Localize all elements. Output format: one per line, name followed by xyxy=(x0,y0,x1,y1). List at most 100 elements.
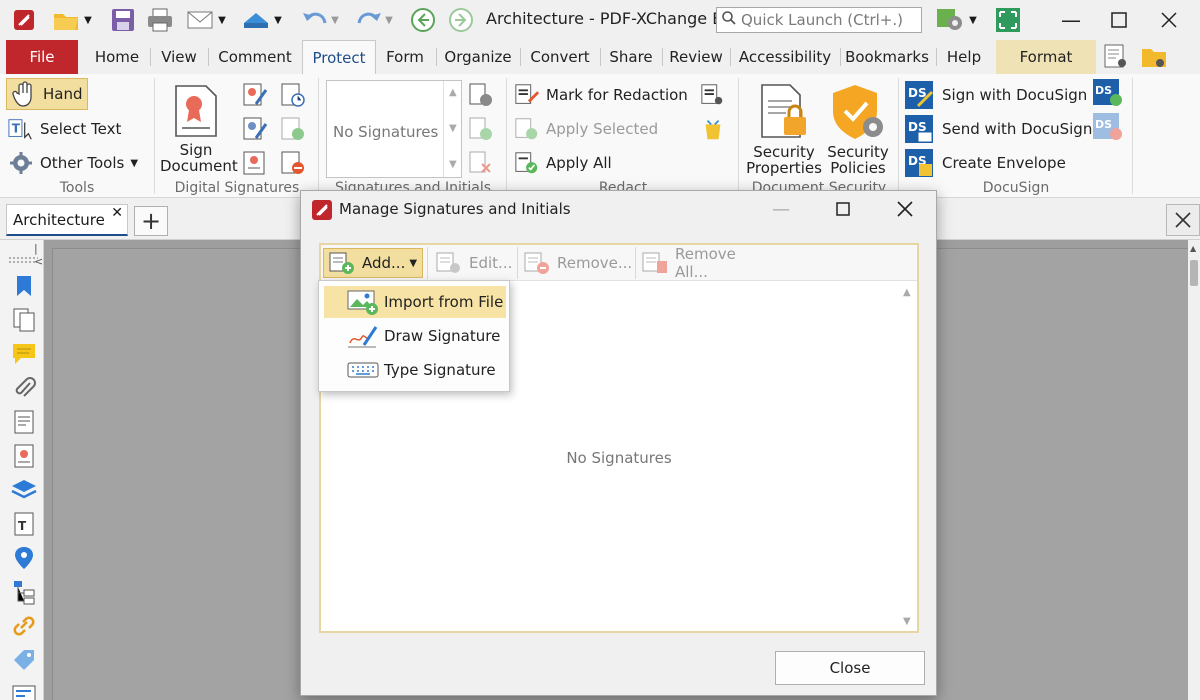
edit-button[interactable]: Edit... xyxy=(431,248,515,278)
dialog-close-button[interactable] xyxy=(885,193,925,225)
send-with-docusign-button[interactable]: DS Send with DocuSign xyxy=(904,114,1092,144)
svg-text:T: T xyxy=(18,519,27,533)
save-icon[interactable] xyxy=(108,5,138,35)
create-envelope-button[interactable]: DS Create Envelope xyxy=(904,148,1066,178)
close-button[interactable]: Close xyxy=(775,651,925,685)
tab-protect[interactable]: Protect xyxy=(302,40,376,74)
open-folder-icon[interactable]: ▼ xyxy=(52,5,92,35)
chevron-up-icon[interactable]: ▲ xyxy=(1190,244,1196,253)
tab-view[interactable]: View xyxy=(154,40,204,74)
redo-icon[interactable]: ▼ xyxy=(350,5,398,35)
manage-signatures-button[interactable] xyxy=(468,82,500,108)
security-properties-button[interactable]: Security Properties xyxy=(744,80,824,176)
links-icon[interactable] xyxy=(10,612,38,640)
app-logo-icon[interactable] xyxy=(10,5,38,35)
collapse-panel-icon[interactable]: |< xyxy=(34,242,43,268)
timestamp-button[interactable] xyxy=(280,82,312,108)
chevron-up-icon[interactable]: ▲ xyxy=(903,287,911,298)
remove-all-button[interactable]: Remove All... xyxy=(637,245,773,281)
delete-signature-button[interactable] xyxy=(468,150,500,176)
mark-for-redaction-button[interactable]: Mark for Redaction xyxy=(514,80,688,110)
security-policies-button[interactable]: Security Policies xyxy=(824,80,892,176)
find-icon[interactable] xyxy=(1100,42,1134,72)
list-scrollbar[interactable]: ▲ ▼ xyxy=(899,281,917,631)
clear-signature-button[interactable] xyxy=(280,150,312,176)
dialog-minimize-button[interactable]: — xyxy=(761,193,801,225)
scan-icon[interactable]: ▼ xyxy=(236,5,286,35)
select-text-button[interactable]: T Select Text xyxy=(8,114,121,144)
tab-form[interactable]: Form xyxy=(380,40,430,74)
tab-organize[interactable]: Organize xyxy=(440,40,516,74)
chevron-down-icon[interactable]: ▼ xyxy=(903,616,911,627)
docusign-status-button[interactable]: DS xyxy=(1092,79,1130,106)
print-icon[interactable] xyxy=(144,5,176,35)
pages-icon[interactable] xyxy=(10,306,38,334)
signatures-panel-icon[interactable] xyxy=(10,442,38,470)
forward-icon[interactable] xyxy=(446,5,476,35)
content-icon[interactable]: T xyxy=(10,510,38,538)
form-fields-icon[interactable] xyxy=(10,680,38,700)
menu-item-import-from-file[interactable]: Import from File xyxy=(324,286,506,318)
title-bar: ▼ ▼ ▼ ▼ ▼ Architecture - PDF-XChange E..… xyxy=(0,0,1200,40)
undo-icon[interactable]: ▼ xyxy=(296,5,344,35)
docusign-cancel-button[interactable]: DS xyxy=(1092,113,1130,140)
digital-id-button[interactable] xyxy=(242,82,274,108)
comments-icon[interactable] xyxy=(10,340,38,368)
sign-with-docusign-button[interactable]: DS Sign with DocuSign xyxy=(904,80,1087,110)
tab-share[interactable]: Share xyxy=(604,40,658,74)
document-tab[interactable]: Architecture ✕ xyxy=(6,204,128,236)
scrollbar-thumb[interactable] xyxy=(1190,260,1198,286)
toolbar-separator xyxy=(635,247,636,279)
sign-document-button[interactable]: Sign Document xyxy=(160,80,238,174)
menu-item-type-signature[interactable]: Type Signature xyxy=(324,354,506,386)
tab-convert[interactable]: Convert xyxy=(524,40,596,74)
new-tab-button[interactable]: + xyxy=(134,206,168,236)
tab-review[interactable]: Review xyxy=(666,40,726,74)
menu-item-draw-signature[interactable]: Draw Signature xyxy=(324,320,506,352)
tab-accessibility[interactable]: Accessibility xyxy=(734,40,836,74)
minimize-button[interactable]: — xyxy=(1048,0,1094,40)
gallery-scrollbar[interactable]: ▲ ▼ ▼ xyxy=(443,81,461,177)
search-redact-button[interactable] xyxy=(700,82,732,108)
close-icon[interactable]: ✕ xyxy=(111,205,123,221)
apply-signature-button[interactable] xyxy=(468,116,500,142)
attachment-icon[interactable] xyxy=(10,374,38,402)
document-properties-icon[interactable] xyxy=(10,408,38,436)
tab-help[interactable]: Help xyxy=(940,40,988,74)
tab-home[interactable]: Home xyxy=(86,40,148,74)
hand-tool-button[interactable]: Hand xyxy=(6,78,88,110)
tags-icon[interactable] xyxy=(10,646,38,674)
tab-bookmarks[interactable]: Bookmarks xyxy=(844,40,930,74)
window-close-button[interactable] xyxy=(1146,0,1192,40)
structure-tree-icon[interactable] xyxy=(10,578,38,606)
certify-button[interactable] xyxy=(242,116,274,142)
settings-icon[interactable]: ▼ xyxy=(930,5,982,35)
tab-comment[interactable]: Comment xyxy=(212,40,298,74)
tab-format[interactable]: Format xyxy=(996,40,1096,74)
apply-all-button[interactable]: Apply All xyxy=(514,148,612,178)
sanitize-button[interactable] xyxy=(700,116,732,142)
search-folder-icon[interactable] xyxy=(1138,42,1172,72)
back-icon[interactable] xyxy=(408,5,438,35)
bookmark-icon[interactable] xyxy=(10,272,38,300)
dialog-maximize-button[interactable] xyxy=(823,193,863,225)
layers-icon[interactable] xyxy=(10,476,38,504)
tab-file[interactable]: File xyxy=(6,40,78,74)
close-document-button[interactable] xyxy=(1166,204,1200,236)
apply-selected-button[interactable]: Apply Selected xyxy=(514,114,658,144)
fullscreen-icon[interactable] xyxy=(992,5,1024,35)
signatures-gallery[interactable]: No Signatures ▲ ▼ ▼ xyxy=(326,80,462,178)
destinations-icon[interactable] xyxy=(10,544,38,572)
add-button[interactable]: Add... ▼ xyxy=(323,248,423,278)
group-separator xyxy=(506,78,507,194)
document-scrollbar[interactable]: ▲ xyxy=(1188,240,1200,700)
email-icon[interactable]: ▼ xyxy=(182,5,230,35)
panel-grip[interactable] xyxy=(8,256,38,264)
quick-launch-input[interactable]: Quick Launch (Ctrl+.) xyxy=(716,7,922,33)
validate-button[interactable] xyxy=(280,116,312,142)
remove-button[interactable]: Remove... xyxy=(519,248,633,278)
manage-signatures-dialog: Manage Signatures and Initials — Add... … xyxy=(300,190,937,696)
signature-info-button[interactable] xyxy=(242,150,274,176)
other-tools-button[interactable]: Other Tools ▼ xyxy=(8,148,138,178)
maximize-button[interactable] xyxy=(1096,0,1142,40)
